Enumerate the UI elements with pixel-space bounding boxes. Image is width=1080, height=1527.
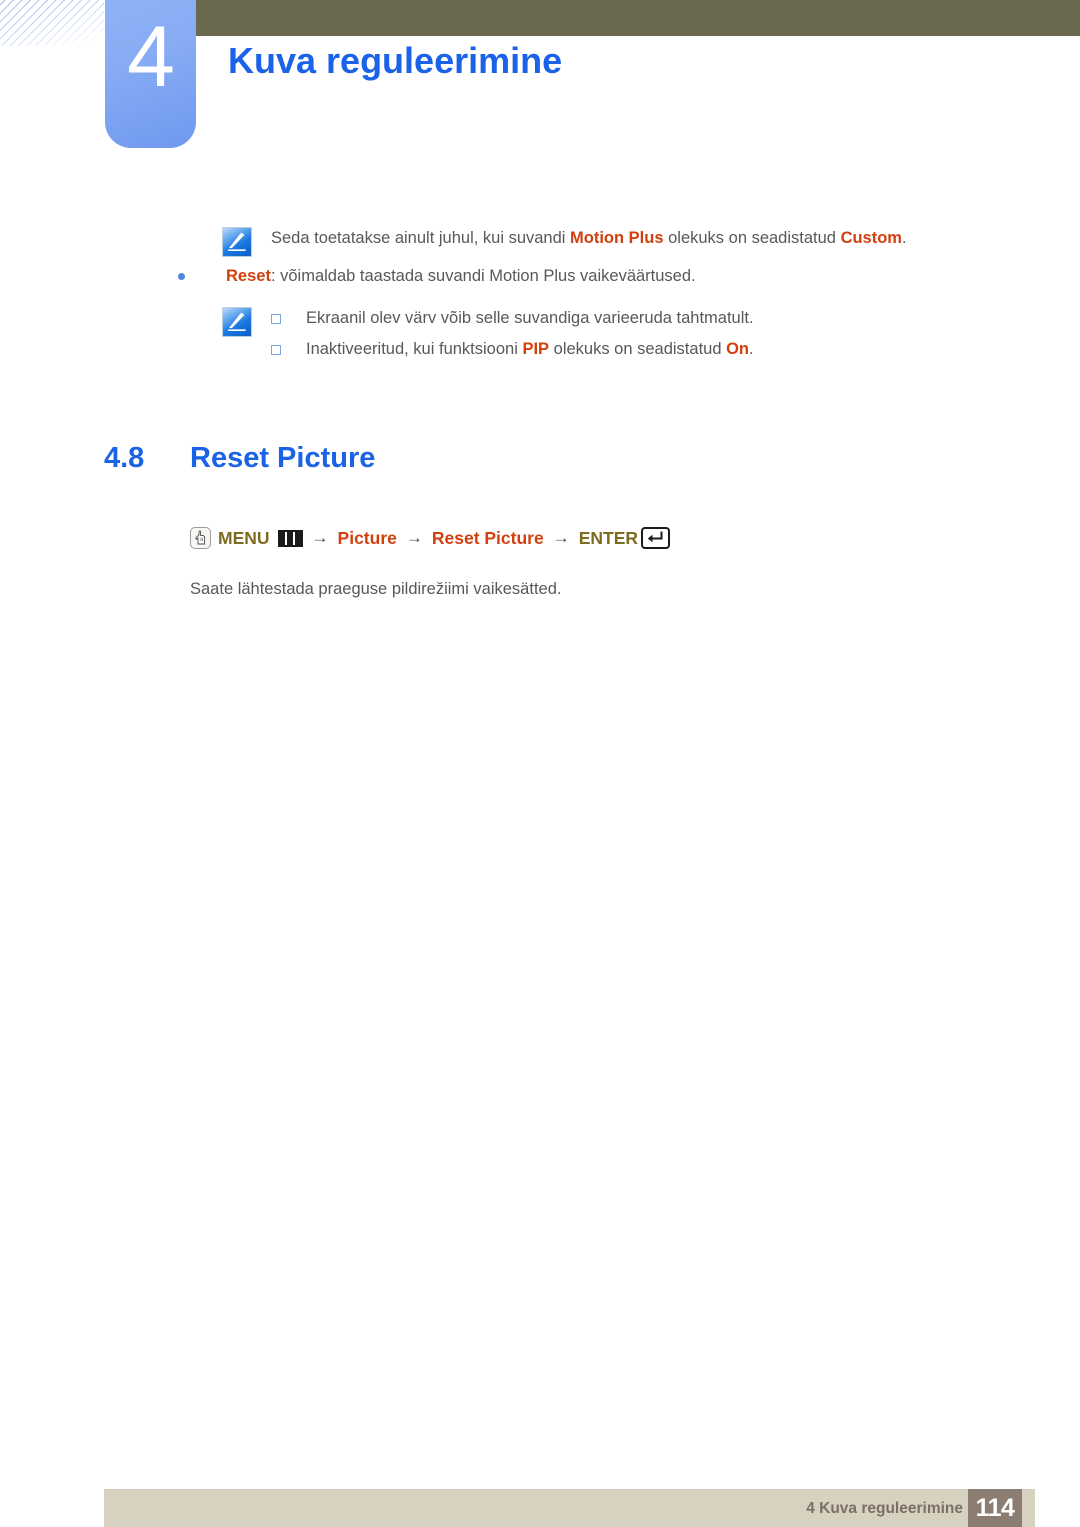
list-item: Inaktiveeritud, kui funktsiooni PIP olek… [271,337,754,368]
chapter-title: Kuva reguleerimine [228,40,563,81]
menu-step-label-reset-picture: Reset Picture [431,528,544,548]
note-one-seg-4: . [901,229,907,247]
menu-step-label-picture: Picture [337,528,397,548]
menu-step-label-menu: MENU [218,528,270,548]
bullet-line-reset: Reset: võimaldab taastada suvandi Motion… [178,264,696,288]
note-two-item-1-seg-4: . [749,340,754,358]
header-olive-bar [196,0,1080,36]
square-bullet-icon [271,345,281,355]
note-one-text: Seda toetatakse ainult juhul, kui suvand… [271,226,907,250]
section-number: 4.8 [104,442,145,474]
note-two-item-0-text: Ekraanil olev värv võib selle suvandiga … [306,306,754,330]
path-separator: → [552,528,570,547]
footer-chapter-label: 4 Kuva reguleerimine [806,1500,963,1517]
menu-bars-icon [277,529,303,547]
body-paragraph: Saate lähtestada praeguse pildirežiimi v… [190,580,562,598]
section-title: Reset Picture [190,442,376,474]
note-one-seg-1: Motion Plus [570,229,664,247]
page-footer: 4 Kuva reguleerimine 114 [104,1489,1035,1527]
note-one-seg-3: Custom [840,229,902,247]
note-two-item-1-seg-3: On [726,340,750,358]
bullet-reset-text: Reset: võimaldab taastada suvandi Motion… [226,264,696,288]
note-pencil-icon [222,307,252,337]
chapter-number: 4 [127,9,175,105]
menu-step-label-enter: ENTER [578,528,639,548]
note-two-item-1-seg-1: PIP [522,340,550,358]
note-block-two: Ekraanil olev värv võib selle suvandiga … [222,306,754,368]
note-two-item-0-seg-0: Ekraanil olev värv võib selle suvandiga … [306,309,754,327]
note-pencil-icon [222,227,252,257]
chapter-number-tab: 4 [105,0,196,148]
list-item: Ekraanil olev värv võib selle suvandiga … [271,306,754,337]
note-one-seg-0: Seda toetatakse ainult juhul, kui suvand… [271,229,571,247]
path-separator: → [405,528,423,547]
menu-path: MENU → Picture → Reset Picture → ENTER [190,527,671,549]
dot-bullet-icon [178,273,185,280]
note-two-list: Ekraanil olev värv võib selle suvandiga … [271,306,754,368]
hand-press-icon [190,527,211,549]
page-number: 114 [968,1489,1022,1527]
note-two-item-1-seg-0: Inaktiveeritud, kui funktsiooni [306,340,523,358]
note-block-one: Seda toetatakse ainult juhul, kui suvand… [222,226,907,257]
bullet-reset-seg-1: : võimaldab taastada suvandi Motion Plus… [270,267,696,285]
note-two-item-1-text: Inaktiveeritud, kui funktsiooni PIP olek… [306,337,754,361]
enter-key-icon [641,527,671,549]
header-hatch-pattern [0,0,104,46]
section-heading: 4.8 Reset Picture [104,441,375,475]
note-one-seg-2: olekuks on seadistatud [663,229,841,247]
note-two-item-1-seg-2: olekuks on seadistatud [549,340,727,358]
path-separator: → [311,528,329,547]
square-bullet-icon [271,314,281,324]
bullet-reset-seg-0: Reset [226,267,271,285]
